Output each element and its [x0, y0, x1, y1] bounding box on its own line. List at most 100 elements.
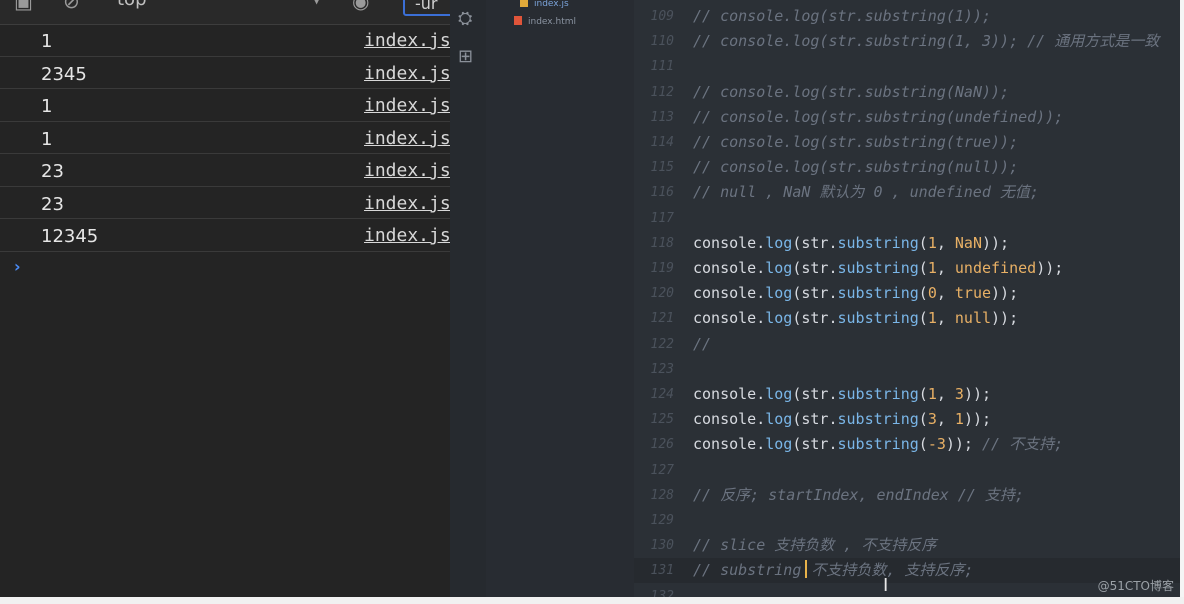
code-token: // console.log(str.substring(1, 3)); // … [693, 32, 1160, 51]
log-source-link[interactable]: index.js [364, 225, 450, 246]
code-line: 127 [634, 458, 1180, 483]
log-value: 23 [41, 161, 64, 182]
context-selector[interactable]: top [117, 0, 147, 10]
log-source-link[interactable]: index.js [364, 63, 450, 84]
extensions-icon[interactable]: ⊞ [458, 46, 473, 67]
line-number: 113 [650, 109, 674, 125]
filter-input[interactable]: -ur [403, 0, 450, 16]
code-token: 1 [927, 233, 937, 252]
log-value: 1 [41, 128, 53, 150]
console-log-row: 1 index.js [0, 122, 450, 154]
code-token: -3 [927, 435, 946, 454]
code-token: 1 [927, 385, 937, 403]
console-log-row: 23 index.js [0, 187, 450, 219]
code-line: 120 console.log(str.substring(0, true)); [634, 281, 1180, 306]
line-number: 129 [650, 513, 674, 528]
eye-icon[interactable]: ◉ [352, 0, 369, 11]
log-value: 1 [41, 31, 53, 52]
code-token: substring [837, 284, 919, 303]
code-token: , [936, 259, 955, 277]
line-number: 120 [650, 286, 674, 302]
code-token: // slice 支持负数 , 不支持反序 [693, 536, 937, 555]
code-token: substring [837, 233, 919, 252]
code-token: substring [837, 259, 919, 277]
code-text: // console.log(str.substring(undefined))… [693, 105, 1063, 130]
console-log-row: 2345 index.js [0, 57, 450, 89]
console-prompt-icon[interactable]: › [14, 257, 21, 276]
watermark: @51CTO博客 [1097, 579, 1174, 593]
code-token: // console.log(str.substring(undefined))… [693, 107, 1064, 126]
code-token: 3 [954, 385, 964, 403]
code-line: 119 console.log(str.substring(1, undefine… [634, 256, 1180, 281]
code-token: (str. [792, 233, 838, 252]
clear-console-icon[interactable]: ⊘ [63, 0, 80, 11]
code-token: // console.log(str.substring(1)); [693, 7, 992, 25]
code-token: , [936, 284, 955, 303]
code-line: 113 // console.log(str.substring(undefine… [634, 105, 1180, 130]
code-token: (str. [792, 385, 838, 403]
file-explorer: index.js index.html [486, 0, 634, 597]
code-token: (str. [792, 284, 838, 303]
sidebar-toggle-icon[interactable]: ▣ [14, 0, 33, 11]
code-token: NaN [954, 233, 982, 252]
code-line: 115 // console.log(str.substring(null)); [634, 155, 1180, 180]
code-token: 1 [954, 410, 964, 429]
code-token: console. [693, 435, 766, 454]
code-line: 123 [634, 357, 1180, 382]
code-token: log [765, 233, 793, 252]
devtools-console: ▣ ⊘ top ▼ ◉ -ur 1 index.js 2345 index.js 1 in… [0, 0, 450, 597]
line-number: 116 [650, 185, 674, 201]
code-token: // 不支持; [982, 435, 1064, 454]
code-token: substring [837, 309, 919, 328]
code-line: 128 // 反序; startIndex, endIndex // 支持; [634, 483, 1180, 508]
line-number: 110 [650, 34, 674, 50]
code-line: 130 // slice 支持负数 , 不支持反序 [634, 533, 1180, 558]
code-token: ( [918, 410, 928, 429]
code-line: 125 console.log(str.substring(3, 1)); [634, 407, 1180, 432]
code-token: // console.log(str.substring(null)); [693, 158, 1019, 177]
code-token: console. [693, 284, 766, 303]
log-value: 23 [41, 193, 64, 215]
log-source-link[interactable]: index.js [364, 95, 450, 116]
line-number: 125 [650, 412, 674, 428]
debug-icon[interactable]: ⛭ [458, 8, 472, 29]
line-number: 128 [650, 487, 674, 503]
line-number: 132 [650, 588, 674, 597]
code-token: , [936, 233, 955, 252]
code-token: console. [693, 410, 766, 429]
code-token: // 反序; startIndex, endIndex // 支持; [693, 485, 1024, 504]
code-token: 不支持负数, 支持反序; [811, 561, 974, 580]
code-line: 122 // [634, 332, 1180, 357]
code-line: 129 [634, 508, 1180, 533]
code-line: 111 [634, 54, 1180, 79]
log-source-link[interactable]: index.js [364, 193, 450, 214]
code-text: // console.log(str.substring(true)); [693, 130, 1018, 155]
log-source-link[interactable]: index.js [364, 128, 450, 149]
line-number: 130 [650, 538, 674, 554]
code-area[interactable]: 109// console.log(str.substring(1)); 110/… [634, 0, 1180, 597]
code-token: ( [918, 284, 928, 303]
line-number: 117 [650, 210, 674, 226]
activity-bar: ⛭ ⊞ [450, 0, 486, 597]
code-text: // [693, 332, 711, 357]
code-token: ( [918, 309, 928, 328]
chevron-down-icon[interactable]: ▼ [312, 0, 321, 6]
file-item-index-html[interactable]: index.html [514, 16, 576, 27]
code-line: 114 // console.log(str.substring(true)); [634, 130, 1180, 155]
line-number: 118 [650, 235, 674, 251]
file-item-index-js[interactable]: index.js [520, 0, 569, 9]
code-text: // console.log(str.substring(null)); [693, 155, 1018, 180]
code-token: 1 [927, 309, 937, 328]
code-token: // [693, 334, 712, 353]
code-token: )); [991, 284, 1019, 303]
code-text: console.log(str.substring(-3)); // 不支持; [693, 432, 1063, 457]
log-source-link[interactable]: index.js [364, 30, 450, 51]
code-token: (str. [792, 435, 838, 454]
console-log-row: 23 index.js [0, 154, 450, 187]
line-number: 131 [650, 563, 674, 579]
code-token: undefined [954, 259, 1037, 277]
code-token: )); [963, 385, 992, 403]
code-token: null [954, 309, 992, 328]
log-source-link[interactable]: index.js [364, 160, 450, 181]
code-line: 118 console.log(str.substring(1, NaN)); [634, 231, 1180, 256]
